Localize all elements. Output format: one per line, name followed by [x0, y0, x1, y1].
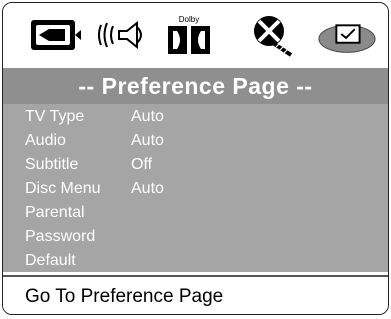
dvd-setup-screen: Dolby -- Preference Page -- TV Type Auto… [2, 2, 389, 315]
menu-item-value: Off [131, 156, 153, 173]
menu-item-label: Password [25, 228, 96, 245]
menu-item-disc-menu[interactable]: Disc Menu Auto [3, 178, 388, 202]
menu-item-label: Subtitle [25, 156, 79, 173]
menu-item-label: Disc Menu [25, 180, 101, 197]
audio-setup-icon[interactable] [93, 11, 153, 59]
status-bar: Go To Preference Page [3, 275, 388, 314]
menu-item-default[interactable]: Default [3, 250, 388, 274]
menu-item-value: Auto [131, 132, 164, 149]
page-title: -- Preference Page -- [3, 68, 388, 104]
menu-item-value: Auto [131, 180, 164, 197]
preference-menu: TV Type Auto Audio Auto Subtitle Off Dis… [3, 104, 388, 272]
dolby-digital-icon[interactable]: Dolby [159, 11, 219, 59]
menu-item-label: Parental [25, 204, 85, 221]
menu-item-label: Default [25, 252, 76, 269]
menu-item-label: TV Type [25, 108, 85, 125]
menu-item-parental[interactable]: Parental [3, 202, 388, 226]
preference-icon[interactable] [317, 11, 377, 59]
menu-item-label: Audio [25, 132, 66, 149]
menu-item-tv-type[interactable]: TV Type Auto [3, 106, 388, 130]
menu-item-value: Auto [131, 108, 164, 125]
status-text: Go To Preference Page [25, 286, 224, 307]
menu-item-subtitle[interactable]: Subtitle Off [3, 154, 388, 178]
system-setup-icon[interactable] [25, 11, 85, 59]
dolby-label: Dolby [179, 15, 199, 24]
menu-item-password[interactable]: Password [3, 226, 388, 250]
setup-icon-bar: Dolby [3, 3, 388, 67]
menu-item-audio[interactable]: Audio Auto [3, 130, 388, 154]
video-setup-icon[interactable] [243, 11, 303, 59]
